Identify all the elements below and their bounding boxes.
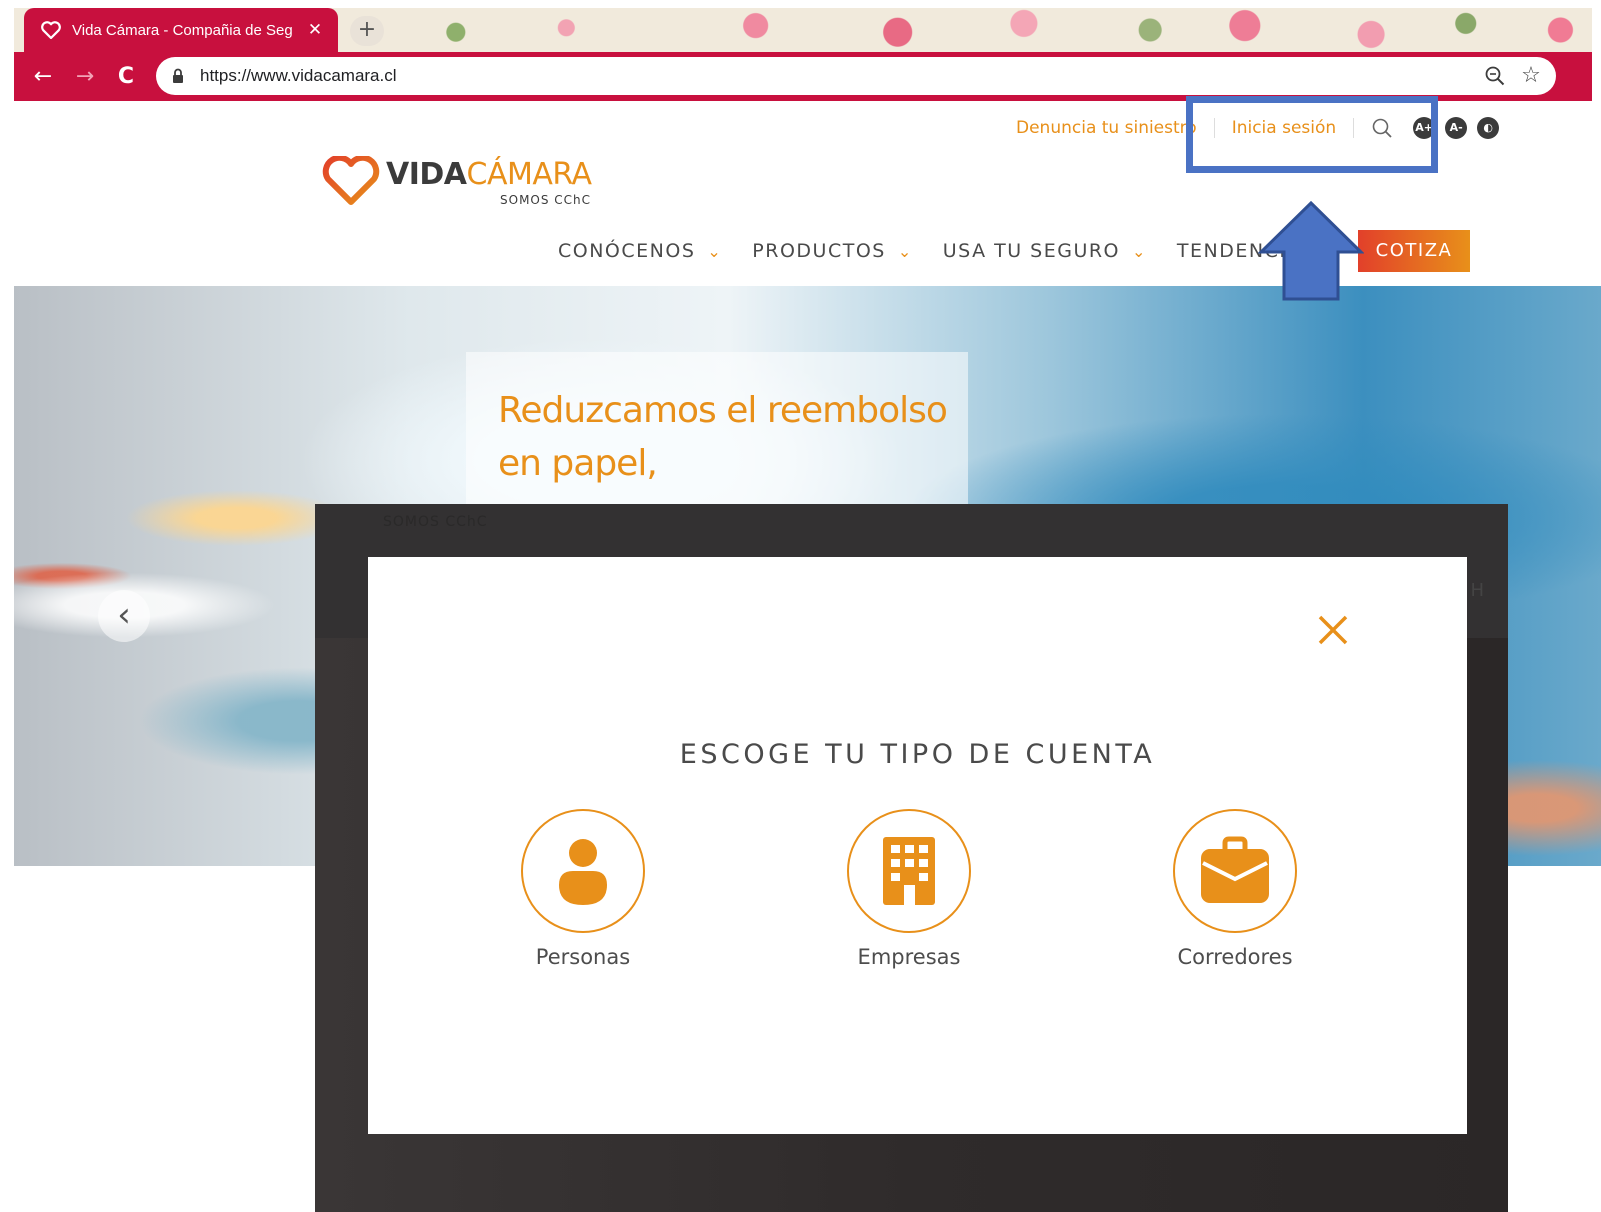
annotation-up-arrow-icon bbox=[1258, 200, 1364, 301]
option-label: Corredores bbox=[1177, 945, 1293, 969]
url-text[interactable]: https://www.vidacamara.cl bbox=[200, 57, 397, 95]
account-option-corredores[interactable]: Corredores bbox=[1135, 809, 1335, 989]
modal-backdrop[interactable]: SOMOS CChC H ESCOGE TU TIPO DE CUENTA Pe… bbox=[315, 504, 1508, 1212]
option-circle[interactable] bbox=[847, 809, 971, 933]
nav-item-conocenos[interactable]: CONÓCENOS ⌄ bbox=[558, 240, 722, 262]
heart-logo-icon bbox=[322, 156, 380, 205]
hero-headline: Reduzcamos el reembolso en papel, bbox=[498, 390, 948, 484]
chevron-down-icon: ⌄ bbox=[1132, 241, 1147, 261]
option-label: Empresas bbox=[857, 945, 961, 969]
logo-wordmark: VIDACÁMARA bbox=[386, 157, 592, 192]
lock-icon bbox=[173, 68, 183, 83]
backdrop-ghost-letter: H bbox=[1470, 580, 1484, 601]
nav-item-usa-tu-seguro[interactable]: USA TU SEGURO ⌄ bbox=[943, 240, 1147, 262]
browser-window: Vida Cámara - Compañia de Seg ✕ + ← → C … bbox=[14, 8, 1592, 101]
vida-camara-logo[interactable]: VIDACÁMARA SOMOS CChC bbox=[322, 154, 592, 210]
main-nav: CONÓCENOS ⌄ PRODUCTOS ⌄ USA TU SEGURO ⌄ TEN… bbox=[558, 234, 1345, 268]
backdrop-ghost-tagline: SOMOS CChC bbox=[383, 514, 488, 530]
account-option-empresas[interactable]: Empresas bbox=[809, 809, 1009, 989]
back-arrow-icon[interactable]: ← bbox=[28, 62, 58, 92]
reload-icon[interactable]: C bbox=[111, 62, 141, 92]
annotation-highlight-box bbox=[1186, 96, 1438, 173]
nav-item-productos[interactable]: PRODUCTOS ⌄ bbox=[752, 240, 912, 262]
carousel-prev-button[interactable]: ‹ bbox=[98, 590, 150, 642]
contrast-icon[interactable]: ◐ bbox=[1477, 117, 1500, 139]
cotiza-button[interactable]: COTIZA bbox=[1358, 230, 1470, 272]
tab-strip: Vida Cámara - Compañia de Seg ✕ + bbox=[14, 8, 1592, 52]
forward-arrow-icon[interactable]: → bbox=[70, 62, 100, 92]
tab-close-icon[interactable]: ✕ bbox=[304, 19, 326, 41]
report-claim-link[interactable]: Denuncia tu siniestro bbox=[1016, 118, 1197, 138]
browser-tab[interactable]: Vida Cámara - Compañia de Seg ✕ bbox=[24, 8, 338, 52]
bookmark-star-icon[interactable]: ☆ bbox=[1518, 63, 1544, 89]
close-icon[interactable] bbox=[1314, 611, 1352, 649]
person-icon bbox=[559, 839, 607, 905]
tab-title: Vida Cámara - Compañia de Seg bbox=[72, 21, 293, 39]
option-circle[interactable] bbox=[1173, 809, 1297, 933]
new-tab-button[interactable]: + bbox=[350, 16, 384, 46]
address-bar[interactable]: https://www.vidacamara.cl ☆ bbox=[156, 57, 1556, 95]
chevron-down-icon: ⌄ bbox=[897, 241, 913, 261]
browser-toolbar: ← → C https://www.vidacamara.cl ☆ bbox=[14, 52, 1592, 101]
option-label: Personas bbox=[535, 945, 631, 969]
account-type-modal: ESCOGE TU TIPO DE CUENTA Personas Empres… bbox=[368, 557, 1467, 1134]
briefcase-icon bbox=[1201, 836, 1269, 903]
zoom-icon[interactable] bbox=[1484, 65, 1506, 87]
option-circle[interactable] bbox=[521, 809, 645, 933]
chevron-down-icon: ⌄ bbox=[707, 241, 723, 261]
building-icon bbox=[883, 837, 935, 905]
heart-favicon-icon bbox=[40, 19, 62, 41]
logo-tagline: SOMOS CChC bbox=[500, 193, 592, 207]
decrease-text-icon[interactable]: A- bbox=[1445, 117, 1468, 139]
account-option-personas[interactable]: Personas bbox=[483, 809, 683, 989]
modal-title: ESCOGE TU TIPO DE CUENTA bbox=[679, 739, 1156, 770]
